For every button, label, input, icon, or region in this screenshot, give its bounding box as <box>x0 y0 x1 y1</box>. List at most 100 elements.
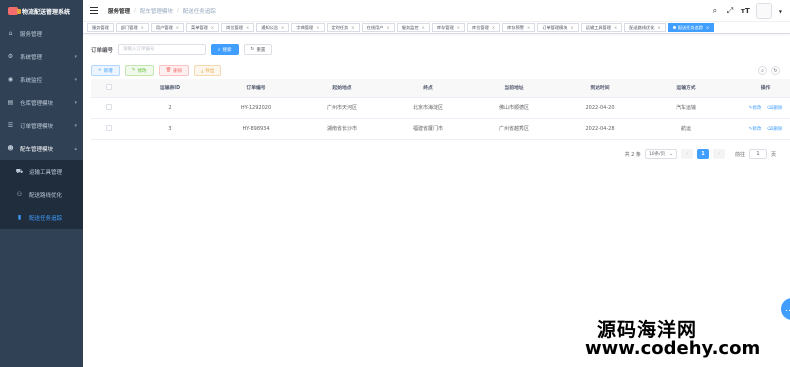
close-icon[interactable]: × <box>351 25 354 30</box>
tag-item[interactable]: 库存管理 × <box>431 23 466 32</box>
column-header[interactable]: 订单编号 <box>213 79 299 98</box>
chevron-down-icon: ▾ <box>74 99 77 106</box>
pagination: 共 2 条 10条/页 ⌄ ‹ 1 › 前往 1 页 <box>625 149 776 159</box>
reset-button[interactable]: ↻ 重置 <box>243 44 273 55</box>
close-icon[interactable]: × <box>492 25 495 30</box>
fullscreen-icon[interactable]: ⤢ <box>726 7 734 15</box>
close-icon[interactable]: × <box>386 25 389 30</box>
tag-item[interactable]: 通知公告 × <box>256 23 290 32</box>
tag-item[interactable]: 岗位管理 × <box>221 23 255 32</box>
tag-item[interactable]: 用户管理 × <box>150 23 185 32</box>
row-checkbox[interactable] <box>106 124 112 131</box>
cell-start: 湖南省长沙市 <box>299 118 385 140</box>
search-button[interactable]: ⌕ 搜索 <box>211 44 239 55</box>
sidebar-item-transport[interactable]: ⛟ 运输工具管理 <box>0 160 83 183</box>
font-size-icon[interactable]: тT <box>741 7 750 15</box>
column-header[interactable]: 到达时间 <box>557 79 643 98</box>
tag-item[interactable]: 菜单管理 × <box>186 23 220 32</box>
hamburger-icon[interactable] <box>90 7 98 14</box>
tag-item[interactable]: 配送路线优化 × <box>624 23 666 32</box>
app-logo[interactable]: 物流配送管理系统 <box>0 0 83 22</box>
row-checkbox[interactable] <box>106 103 112 110</box>
tag-item[interactable]: 库存预警 × <box>502 23 536 32</box>
search-icon[interactable]: ⌕ <box>711 7 719 15</box>
prev-page-button[interactable]: ‹ <box>680 149 693 159</box>
caret-down-icon[interactable]: ▼ <box>779 9 782 14</box>
select-all-checkbox[interactable] <box>106 83 112 90</box>
export-button[interactable]: ⤓ 导出 <box>194 65 222 76</box>
tag-item[interactable]: 在线用户 × <box>361 23 395 32</box>
order-no-input[interactable] <box>118 44 207 55</box>
close-icon[interactable]: × <box>570 25 573 30</box>
close-icon[interactable]: × <box>316 25 319 30</box>
close-icon[interactable]: × <box>422 25 425 30</box>
close-icon[interactable]: × <box>657 25 660 30</box>
tag-item[interactable]: 服务管理 <box>87 23 114 32</box>
sidebar-item-vehicle[interactable]: ☻ 配车管理模块 ▴ <box>0 137 83 160</box>
refresh-icon[interactable]: ↻ <box>771 66 780 75</box>
cell-method: 航运 <box>643 118 729 140</box>
tag-item[interactable]: 运输工具管理 × <box>580 23 623 32</box>
page-size-select[interactable]: 10条/页 ⌄ <box>644 149 677 159</box>
row-delete-link[interactable]: ⌫删除 <box>767 127 782 132</box>
close-icon[interactable]: × <box>246 25 249 30</box>
cell-id: 3 <box>127 118 213 140</box>
close-icon[interactable]: × <box>614 25 617 30</box>
table-row[interactable]: 3 HY-898934 湖南省长沙市 福建省厦门市 广州省越秀区 2022-04… <box>91 118 790 140</box>
row-edit-link[interactable]: ✎修改 <box>749 127 762 132</box>
close-icon[interactable]: × <box>281 25 284 30</box>
page-unit: 页 <box>770 151 776 158</box>
goto-page-input[interactable]: 1 <box>748 149 767 159</box>
sidebar-submenu: ⛟ 运输工具管理 ⚇ 配送路线优化 ▮ 配送任务追踪 <box>0 160 83 229</box>
cell-arrive: 2022-04-28 <box>557 118 643 140</box>
cell-method: 汽车运输 <box>643 97 729 119</box>
tag-item[interactable]: 配送任务追踪 × <box>667 23 715 32</box>
column-header[interactable]: 运输表ID <box>127 79 213 98</box>
next-page-button[interactable]: › <box>712 149 725 159</box>
sidebar-item-service[interactable]: ⌂ 服务管理 <box>0 22 83 45</box>
avatar[interactable] <box>755 3 772 19</box>
tag-item[interactable]: 订单管理模块 × <box>537 23 579 32</box>
close-icon[interactable]: × <box>527 25 530 30</box>
close-icon[interactable]: × <box>706 25 709 30</box>
add-button[interactable]: + 新增 <box>91 65 120 76</box>
cell-start: 广州市天河区 <box>299 97 385 119</box>
cell-order: HY-1292020 <box>213 97 299 119</box>
edit-button[interactable]: ✎ 修改 <box>124 65 154 76</box>
close-icon[interactable]: × <box>457 25 460 30</box>
cell-current: 佛山市顺德区 <box>471 97 557 119</box>
close-icon[interactable]: × <box>176 25 179 30</box>
breadcrumb-item[interactable]: 服务管理 <box>108 7 130 15</box>
sidebar-item-label: 系统监控 <box>20 77 43 84</box>
column-header[interactable]: 终点 <box>385 79 471 98</box>
tag-item[interactable]: 部门管理 × <box>115 23 149 32</box>
tag-item[interactable]: 字典管理 × <box>291 23 325 32</box>
sidebar-item-label: 配车管理模块 <box>20 146 54 153</box>
cell-id: 2 <box>127 97 213 119</box>
sidebar-item-order[interactable]: ☰ 订单管理模块 ▾ <box>0 114 83 137</box>
row-edit-link[interactable]: ✎修改 <box>749 106 762 111</box>
close-icon[interactable]: × <box>141 25 144 30</box>
column-header[interactable]: 运输方式 <box>643 79 729 98</box>
goto-label: 前往 <box>734 151 745 158</box>
sidebar-item-warehouse[interactable]: ▤ 仓库管理模块 ▾ <box>0 91 83 114</box>
sidebar-item-label: 系统管理 <box>20 54 43 61</box>
tag-item[interactable]: 库位管理 × <box>467 23 501 32</box>
page-number-current[interactable]: 1 <box>696 149 709 159</box>
download-icon: ⤓ <box>201 68 204 74</box>
search-toggle-icon[interactable]: ⌕ <box>758 66 767 75</box>
row-delete-link[interactable]: ⌫删除 <box>767 106 782 111</box>
column-header[interactable]: 当前地址 <box>471 79 557 98</box>
sidebar-item-monitor[interactable]: ◉ 系统监控 ▾ <box>0 68 83 91</box>
close-icon[interactable]: × <box>211 25 214 30</box>
sidebar-item-route[interactable]: ⚇ 配送路线优化 <box>0 183 83 206</box>
sidebar-item-label: 订单管理模块 <box>20 123 54 130</box>
column-header[interactable]: 起始地点 <box>299 79 385 98</box>
sidebar-item-tracking[interactable]: ▮ 配送任务追踪 <box>0 206 83 229</box>
tag-item[interactable]: 定时任务 × <box>326 23 360 32</box>
right-toolbar: ⌕ ↻ <box>758 66 780 75</box>
table-row[interactable]: 2 HY-1292020 广州市天河区 北京市海淀区 佛山市顺德区 2022-0… <box>91 97 790 119</box>
sidebar-item-system[interactable]: ⚙ 系统管理 ▾ <box>0 45 83 68</box>
delete-button[interactable]: 🗑 删除 <box>158 65 190 76</box>
tag-item[interactable]: 服务监控 × <box>396 23 430 32</box>
